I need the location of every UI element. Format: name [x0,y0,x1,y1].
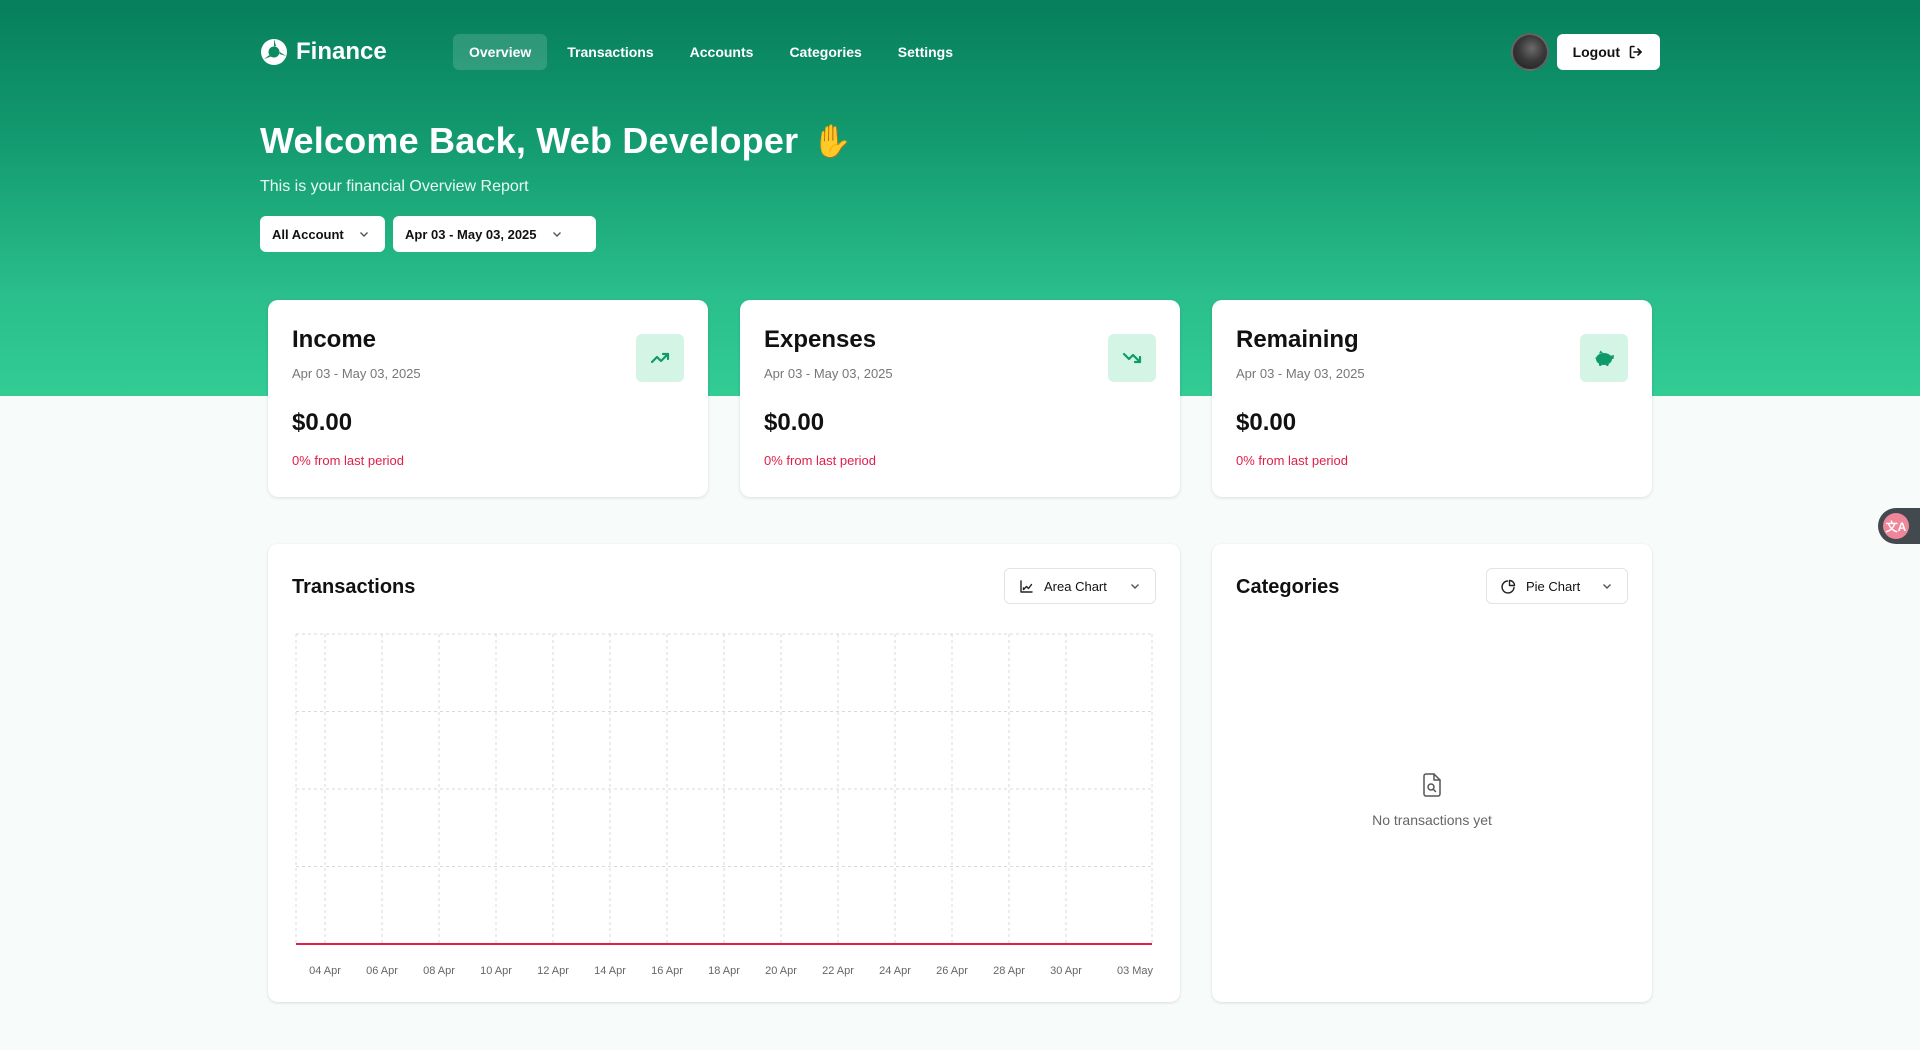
x-tick-label: 10 Apr [480,965,512,977]
nav-overview[interactable]: Overview [453,34,548,70]
date-range-select[interactable]: Apr 03 - May 03, 2025 [393,216,596,252]
trending-up-icon [636,334,684,382]
translate-icon: 文A [1883,513,1909,539]
income-card: Income Apr 03 - May 03, 2025 $0.00 0% fr… [268,300,708,497]
expenses-card: Expenses Apr 03 - May 03, 2025 $0.00 0% … [740,300,1180,497]
stat-date-range: Apr 03 - May 03, 2025 [764,366,893,381]
wave-hand-icon: ✋ [812,123,853,159]
remaining-card: Remaining Apr 03 - May 03, 2025 $0.00 0%… [1212,300,1652,497]
chevron-down-icon [552,232,561,237]
account-select[interactable]: All Account [260,216,385,252]
chevron-down-icon [359,232,368,237]
x-tick-label: 04 Apr [309,965,341,977]
file-search-icon [1423,773,1441,797]
page-subtitle: This is your financial Overview Report [260,178,529,195]
stat-title: Income [292,326,377,353]
x-tick-label: 26 Apr [936,965,968,977]
logout-label: Logout [1572,44,1620,60]
pie-chart-icon [1501,579,1516,594]
x-tick-label: 08 Apr [423,965,455,977]
x-tick-label: 06 Apr [366,965,398,977]
brand-name: Finance [296,38,387,65]
x-tick-label: 30 Apr [1050,965,1082,977]
empty-state: No transactions yet [1212,772,1652,828]
trending-down-icon [1108,334,1156,382]
stat-title: Expenses [764,326,877,353]
logout-icon [1629,45,1642,59]
chart-type-label: Pie Chart [1526,578,1581,594]
brand-logo[interactable]: Finance [260,38,453,66]
welcome-text: Welcome Back, Web Developer [260,120,799,161]
logo-icon [261,39,287,65]
stat-date-range: Apr 03 - May 03, 2025 [1236,366,1365,381]
x-tick-label: 14 Apr [594,965,626,977]
chevron-down-icon [1603,584,1611,589]
stat-date-range: Apr 03 - May 03, 2025 [292,366,421,381]
stat-amount: $0.00 [764,409,825,436]
stat-change: 0% from last period [764,453,876,468]
logout-button[interactable]: Logout [1556,34,1660,70]
top-nav: Finance Overview Transactions Accounts C… [260,33,1660,71]
categories-panel: Categories Pie Chart No transactions yet [1212,544,1652,1002]
filters: All Account Apr 03 - May 03, 2025 [260,216,596,252]
x-tick-label: 24 Apr [879,965,911,977]
nav-categories[interactable]: Categories [773,34,877,70]
transactions-area-chart: 04 Apr 06 Apr 08 Apr 10 Apr 12 Apr 14 Apr 16 A… [295,633,1154,977]
nav-settings[interactable]: Settings [882,34,969,70]
x-tick-label: 28 Apr [993,965,1025,977]
user-avatar[interactable] [1510,33,1549,71]
x-tick-label: 20 Apr [765,965,797,977]
stat-amount: $0.00 [1236,409,1297,436]
nav-right: Logout [1510,33,1660,71]
category-chart-type-select[interactable]: Pie Chart [1486,568,1628,604]
nav-links: Overview Transactions Accounts Categorie… [453,34,969,70]
piggy-bank-icon [1580,334,1628,382]
stat-change: 0% from last period [1236,453,1348,468]
empty-state-text: No transactions yet [1372,812,1492,828]
nav-accounts[interactable]: Accounts [674,34,770,70]
welcome-heading: Welcome Back, Web Developer ✋ [260,120,852,162]
date-range-value: Apr 03 - May 03, 2025 [405,226,537,242]
account-select-value: All Account [272,226,344,242]
stat-title: Remaining [1236,326,1359,353]
transactions-panel: Transactions Area Chart 04 Apr 06 Apr 08 A… [268,544,1180,1002]
nav-transactions[interactable]: Transactions [551,34,669,70]
translate-button[interactable]: 文A [1878,508,1920,544]
x-tick-label: 18 Apr [708,965,740,977]
x-tick-label: 12 Apr [537,965,569,977]
x-tick-label: 22 Apr [822,965,854,977]
x-tick-label: 03 May [1117,965,1154,977]
stat-change: 0% from last period [292,453,404,468]
x-tick-label: 16 Apr [651,965,683,977]
panel-title: Categories [1236,576,1340,598]
stat-amount: $0.00 [292,409,353,436]
